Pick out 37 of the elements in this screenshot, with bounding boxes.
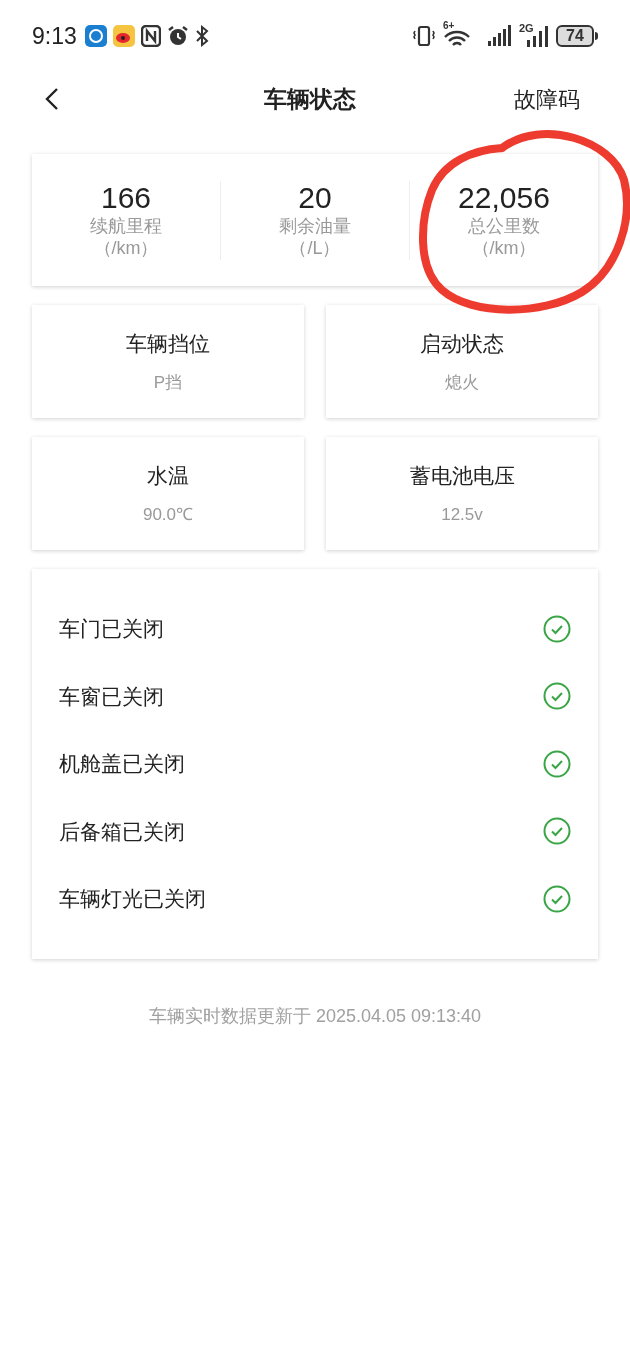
stat-unit: （/km） bbox=[471, 237, 537, 260]
stat-unit: （/L） bbox=[289, 237, 341, 260]
weibo-icon bbox=[112, 25, 135, 47]
nfc-icon bbox=[140, 25, 161, 47]
page-title: 车辆状态 bbox=[264, 84, 356, 114]
tile-value: P挡 bbox=[153, 371, 183, 394]
status-time: 9:13 bbox=[32, 21, 77, 51]
tile-label: 水温 bbox=[147, 463, 189, 489]
network-type: 2G bbox=[519, 21, 534, 36]
stat-label: 剩余油量 bbox=[279, 214, 351, 237]
bluetooth-icon bbox=[194, 25, 209, 47]
update-time: 车辆实时数据更新于 2025.04.05 09:13:40 bbox=[147, 1005, 483, 1028]
tile-label: 车辆挡位 bbox=[126, 331, 210, 357]
tile-value: 熄火 bbox=[445, 371, 479, 394]
app-icon bbox=[84, 25, 107, 47]
stat-value: 22,056 bbox=[458, 180, 550, 215]
alarm-icon bbox=[166, 25, 189, 47]
wifi-icon bbox=[443, 30, 471, 48]
check-label: 后备箱已关闭 bbox=[59, 818, 185, 845]
fault-code-button[interactable]: 故障码 bbox=[514, 82, 580, 116]
tile-label: 蓄电池电压 bbox=[409, 463, 515, 489]
check-label: 车窗已关闭 bbox=[59, 683, 164, 710]
stat-value: 20 bbox=[298, 180, 332, 215]
check-label: 车辆灯光已关闭 bbox=[59, 886, 206, 912]
stat-value: 166 bbox=[100, 180, 152, 215]
tile-label: 启动状态 bbox=[420, 331, 504, 357]
battery-icon: 74 bbox=[556, 25, 594, 47]
stat-label: 总公里数 bbox=[468, 214, 540, 237]
vibrate-icon bbox=[412, 24, 436, 48]
stat-unit: （/km） bbox=[93, 237, 159, 260]
tile-value: 90.0℃ bbox=[142, 503, 194, 526]
check-label: 车门已关闭 bbox=[59, 616, 164, 642]
stat-label: 续航里程 bbox=[90, 214, 162, 237]
wifi-standard-label: 6+ bbox=[443, 19, 455, 33]
tile-value: 12.5v bbox=[441, 503, 483, 526]
back-icon[interactable] bbox=[44, 87, 60, 111]
check-label: 机舱盖已关闭 bbox=[59, 751, 185, 777]
